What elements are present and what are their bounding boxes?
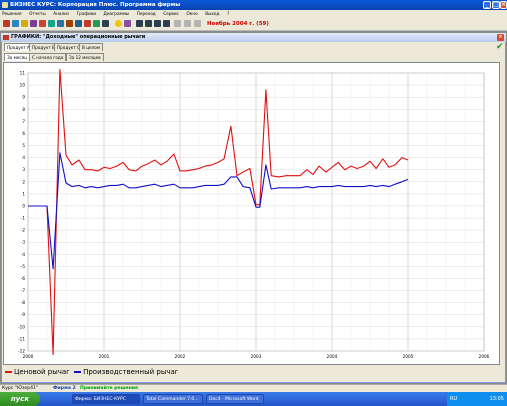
- y-tick-label: -5: [21, 264, 26, 269]
- y-tick-label: -6: [21, 276, 26, 281]
- pie-tool-icon[interactable]: [48, 20, 55, 27]
- tool-icon-9[interactable]: [75, 20, 82, 27]
- y-tick-label: 3: [22, 167, 25, 172]
- x-tick-label: 2001: [99, 354, 110, 359]
- y-tick-label: -3: [21, 240, 26, 245]
- current-period: Ноябрь 2004 г. (59): [207, 21, 269, 27]
- x-tick-label: 2000: [23, 354, 34, 359]
- language-indicator[interactable]: RU: [450, 392, 457, 406]
- y-tick-label: -4: [21, 252, 26, 257]
- y-tick-label: 5: [22, 143, 25, 148]
- tool-icon-11[interactable]: [93, 20, 100, 27]
- y-tick-label: 2: [22, 179, 25, 184]
- menu-item-diagrams[interactable]: Диаграммы: [104, 11, 130, 16]
- menu-item-decisions[interactable]: Решения: [2, 11, 22, 16]
- close-icon[interactable]: ×: [500, 1, 507, 9]
- taskbar: пуск Фирма: БИЗНЕС-КУРС Total Commander …: [0, 392, 507, 406]
- disabled-tool-icon[interactable]: [174, 20, 181, 27]
- menu-item-graphs[interactable]: Графики: [77, 11, 96, 16]
- graph-window-icon: [3, 35, 9, 40]
- x-tick-label: 2005: [403, 354, 414, 359]
- chart-tool-icon[interactable]: [39, 20, 46, 27]
- legend-swatch-price: [5, 371, 12, 373]
- menu-item-window[interactable]: Окно: [187, 11, 198, 16]
- app-icon: [2, 2, 8, 8]
- legend-swatch-production: [74, 371, 82, 373]
- y-tick-label: 0: [22, 203, 25, 208]
- y-tick-label: 7: [22, 119, 25, 124]
- checkmark-icon[interactable]: ✔: [496, 43, 504, 52]
- disabled-tool-icon-3[interactable]: [194, 20, 201, 27]
- menu-item-help[interactable]: ?: [227, 11, 229, 16]
- graphs-window-title-bar[interactable]: ГРАФИКИ: "Доходные" операционные рычаги …: [1, 33, 506, 42]
- window-title: БИЗНЕС КУРС: Корпорация Плюс. Программа …: [10, 2, 181, 8]
- maximize-icon[interactable]: □: [492, 1, 500, 9]
- x-tick-label: 2004: [327, 354, 338, 359]
- x-tick-label: 2002: [175, 354, 186, 359]
- y-tick-label: 1: [22, 191, 25, 196]
- y-tick-label: 9: [22, 95, 25, 100]
- report-tool-icon[interactable]: [12, 20, 19, 27]
- y-tick-label: -7: [21, 288, 26, 293]
- first-period-icon[interactable]: [136, 20, 143, 27]
- x-tick-label: 2003: [251, 354, 262, 359]
- table-tool-icon[interactable]: [57, 20, 64, 27]
- menu-item-service[interactable]: Сервис: [163, 11, 179, 16]
- y-tick-label: -12: [18, 349, 25, 354]
- y-tick-label: -8: [21, 300, 26, 305]
- y-tick-label: -11: [18, 336, 25, 341]
- task-word[interactable]: Doc4 - Microsoft Word: [206, 394, 264, 404]
- tab-per-month[interactable]: За месяц: [4, 53, 30, 61]
- tool-icon-10[interactable]: [84, 20, 91, 27]
- last-period-icon[interactable]: [163, 20, 170, 27]
- y-tick-label: 11: [20, 71, 26, 76]
- menu-bar: Решения Отчеты Анализ Графики Диаграммы …: [0, 10, 507, 18]
- task-business-course[interactable]: Фирма: БИЗНЕС-КУРС: [72, 394, 140, 404]
- tool-icon-14[interactable]: [124, 20, 131, 27]
- clock: 13:05: [489, 396, 504, 402]
- y-tick-label: 8: [22, 107, 25, 112]
- y-tick-label: -10: [18, 324, 25, 329]
- y-tick-label: 10: [20, 83, 26, 88]
- line-chart: -12-11-10-9-8-7-6-5-4-3-2-10123456789101…: [18, 68, 490, 359]
- tab-12-months[interactable]: За 12 месяцев: [66, 53, 104, 61]
- y-tick-label: 6: [22, 131, 25, 136]
- window-title-bar[interactable]: БИЗНЕС КУРС: Корпорация Плюс. Программа …: [0, 0, 507, 10]
- start-button[interactable]: пуск: [0, 392, 40, 406]
- lightbulb-icon[interactable]: [115, 20, 122, 27]
- system-tray: RU 13:05: [447, 392, 507, 406]
- folder-tool-icon[interactable]: [21, 20, 28, 27]
- close-icon[interactable]: ×: [497, 34, 504, 41]
- graphs-window-title: ГРАФИКИ: "Доходные" операционные рычаги: [11, 34, 146, 40]
- analysis-tool-icon[interactable]: [30, 20, 37, 27]
- chart-panel: -12 -11 -10 -9 -8 -7 -6 -5 -4 -3 -2 -1 0 1 2 3 4 5 6 7 8 9 10 1…: [3, 62, 500, 365]
- tool-icon-12[interactable]: [102, 20, 109, 27]
- y-tick-label: 4: [22, 155, 25, 160]
- menu-item-exit[interactable]: Выход: [205, 11, 219, 16]
- prev-period-icon[interactable]: [145, 20, 152, 27]
- tab-overall[interactable]: В целом: [79, 43, 104, 51]
- y-tick-label: -1: [21, 216, 26, 221]
- tool-icon-8[interactable]: [66, 20, 73, 27]
- y-tick-label: -2: [21, 228, 26, 233]
- menu-item-analysis[interactable]: Анализ: [53, 11, 69, 16]
- minimize-icon[interactable]: _: [483, 1, 491, 9]
- next-period-icon[interactable]: [154, 20, 161, 27]
- menu-item-goto[interactable]: Переход: [137, 11, 156, 16]
- toolbar: Ноябрь 2004 г. (59): [0, 18, 507, 31]
- task-total-commander[interactable]: Total Commander 7.0...: [143, 394, 203, 404]
- disabled-tool-icon-2[interactable]: [184, 20, 191, 27]
- legend-label-price: Ценовой рычаг: [14, 368, 70, 376]
- decisions-tool-icon[interactable]: [3, 20, 10, 27]
- menu-item-reports[interactable]: Отчеты: [29, 11, 46, 16]
- chart-legend: Ценовой рычаг Производственный рычаг: [3, 367, 500, 377]
- y-tick-label: -9: [21, 312, 26, 317]
- legend-label-production: Производственный рычаг: [83, 368, 179, 376]
- x-tick-label: 2006: [479, 354, 490, 359]
- tab-since-year-start[interactable]: С начала года: [29, 53, 67, 61]
